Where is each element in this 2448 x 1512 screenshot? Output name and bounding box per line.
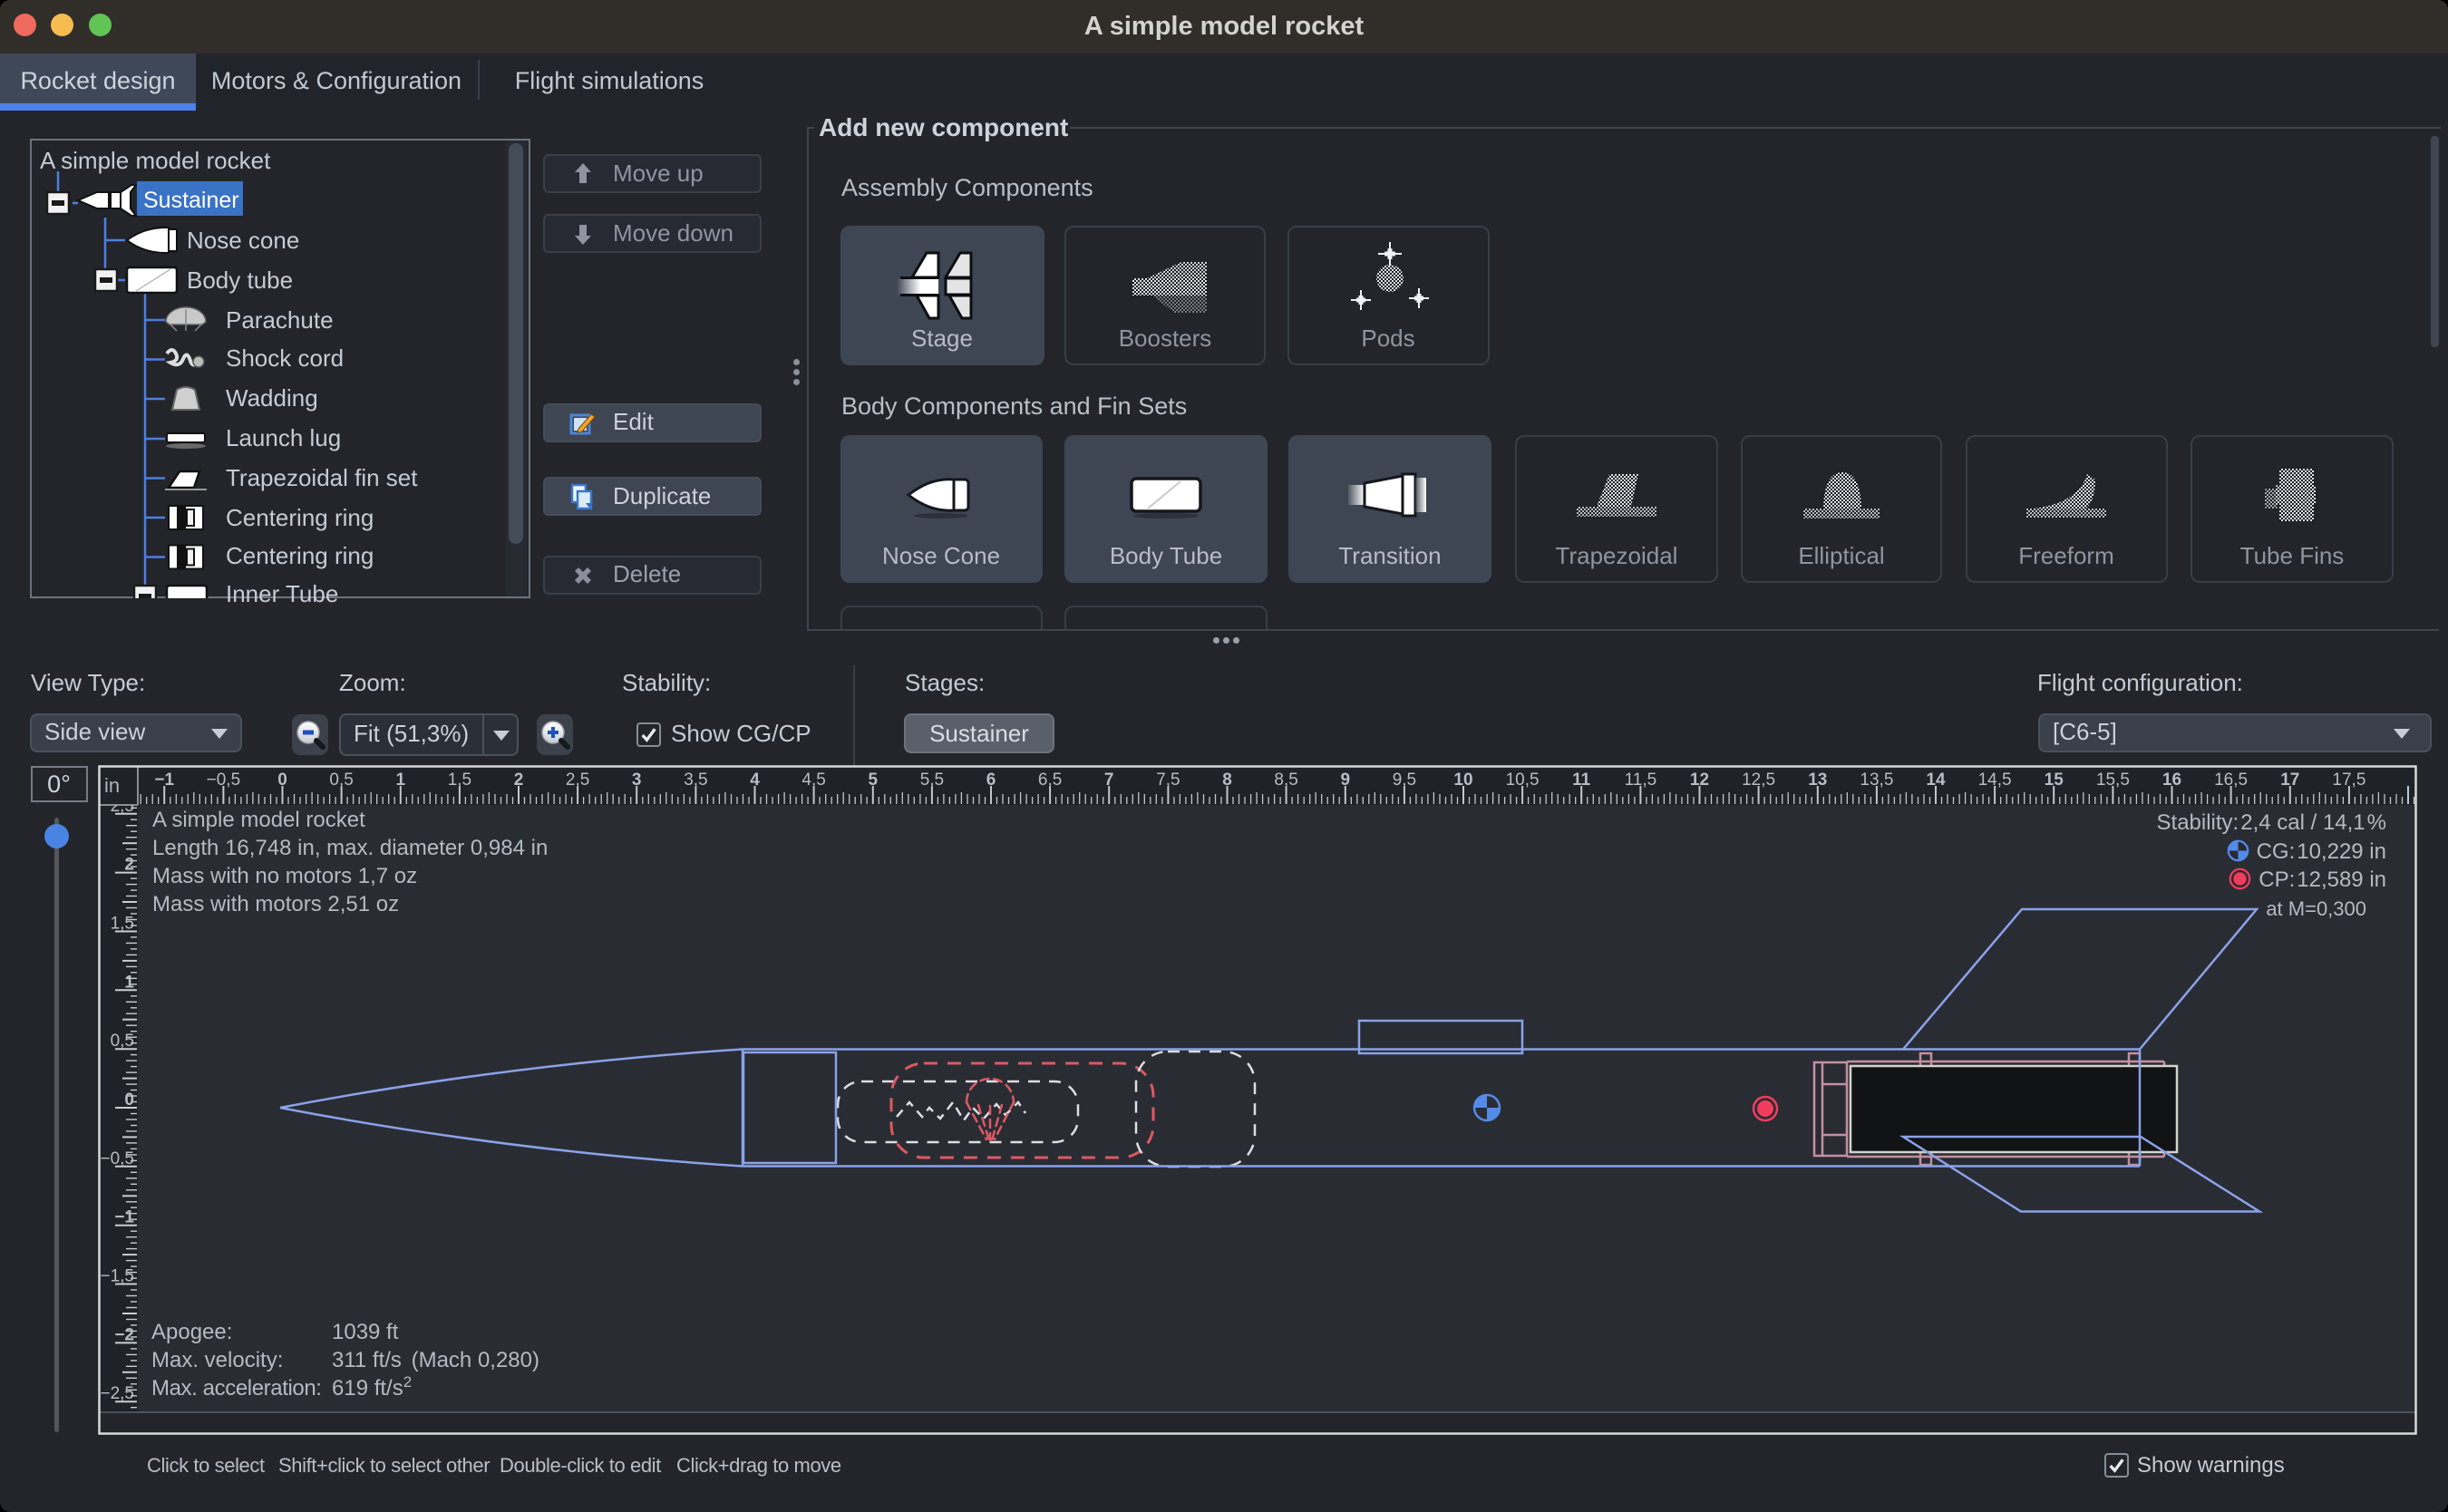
svg-text:17: 17 bbox=[2280, 771, 2299, 790]
svg-text:17,5: 17,5 bbox=[2332, 771, 2365, 790]
svg-text:2: 2 bbox=[124, 856, 134, 875]
svg-text:−0,5: −0,5 bbox=[100, 1149, 134, 1168]
svg-text:6,5: 6,5 bbox=[1038, 771, 1062, 790]
svg-text:15,5: 15,5 bbox=[2096, 771, 2130, 790]
svg-text:−2,5: −2,5 bbox=[100, 1384, 134, 1403]
svg-text:15: 15 bbox=[2045, 771, 2064, 790]
svg-text:16,5: 16,5 bbox=[2214, 771, 2248, 790]
svg-text:8,5: 8,5 bbox=[1274, 771, 1297, 790]
svg-text:−1: −1 bbox=[154, 771, 174, 790]
svg-text:14: 14 bbox=[1926, 771, 1946, 790]
svg-text:−1,5: −1,5 bbox=[100, 1267, 134, 1286]
svg-text:5,5: 5,5 bbox=[920, 771, 944, 790]
svg-text:−2: −2 bbox=[114, 1325, 134, 1344]
svg-text:11: 11 bbox=[1572, 771, 1591, 790]
svg-text:10,5: 10,5 bbox=[1506, 771, 1540, 790]
svg-text:7: 7 bbox=[1104, 771, 1114, 790]
svg-text:16: 16 bbox=[2162, 771, 2181, 790]
svg-text:1,5: 1,5 bbox=[111, 915, 134, 934]
svg-text:4,5: 4,5 bbox=[801, 771, 825, 790]
svg-text:2: 2 bbox=[514, 771, 524, 790]
svg-text:14,5: 14,5 bbox=[1978, 771, 2012, 790]
svg-text:1,5: 1,5 bbox=[448, 771, 471, 790]
svg-text:4: 4 bbox=[750, 771, 760, 790]
svg-text:10: 10 bbox=[1453, 771, 1472, 790]
svg-text:7,5: 7,5 bbox=[1156, 771, 1180, 790]
svg-text:0,5: 0,5 bbox=[329, 771, 353, 790]
svg-text:−1: −1 bbox=[114, 1208, 134, 1227]
svg-text:0,5: 0,5 bbox=[111, 1032, 134, 1051]
svg-text:13,5: 13,5 bbox=[1860, 771, 1893, 790]
svg-text:0: 0 bbox=[277, 771, 287, 790]
svg-text:−0,5: −0,5 bbox=[207, 771, 241, 790]
svg-text:2,5: 2,5 bbox=[566, 771, 589, 790]
svg-text:5: 5 bbox=[869, 771, 879, 790]
svg-text:1: 1 bbox=[124, 973, 134, 992]
svg-text:8: 8 bbox=[1222, 771, 1232, 790]
svg-text:3,5: 3,5 bbox=[684, 771, 707, 790]
svg-text:12,5: 12,5 bbox=[1742, 771, 1775, 790]
svg-text:13: 13 bbox=[1808, 771, 1827, 790]
svg-text:1: 1 bbox=[396, 771, 406, 790]
svg-text:9,5: 9,5 bbox=[1393, 771, 1416, 790]
svg-text:0: 0 bbox=[124, 1090, 134, 1110]
svg-text:6: 6 bbox=[986, 771, 996, 790]
svg-text:11,5: 11,5 bbox=[1625, 771, 1657, 790]
svg-text:12: 12 bbox=[1690, 771, 1709, 790]
svg-text:9: 9 bbox=[1341, 771, 1351, 790]
svg-text:3: 3 bbox=[632, 771, 642, 790]
